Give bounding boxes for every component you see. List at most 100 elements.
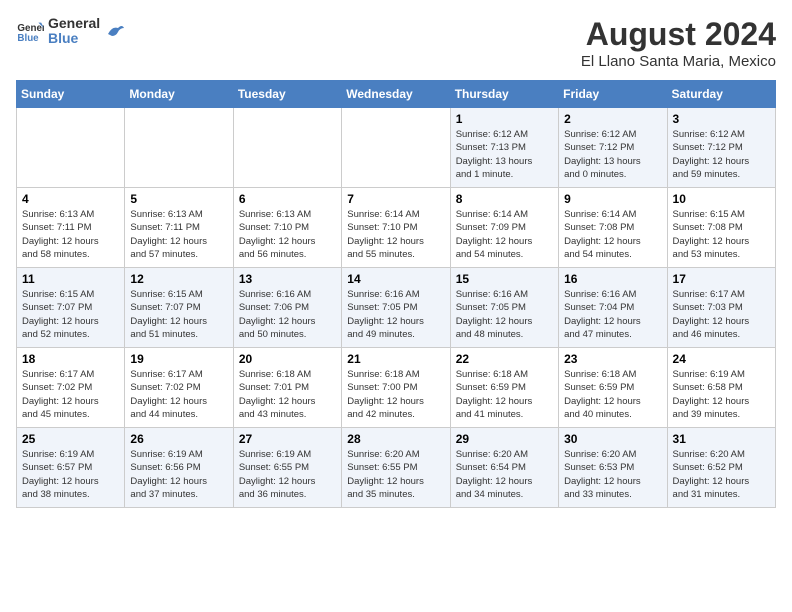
calendar-cell: 1 Sunrise: 6:12 AM Sunset: 7:13 PM Daylig… — [450, 108, 558, 188]
day-info: Sunrise: 6:18 AM Sunset: 7:01 PM Dayligh… — [239, 368, 336, 421]
logo: General Blue General Blue — [16, 16, 126, 47]
day-info: Sunrise: 6:12 AM Sunset: 7:12 PM Dayligh… — [673, 128, 770, 181]
day-number: 26 — [130, 432, 227, 446]
day-number: 25 — [22, 432, 119, 446]
day-number: 11 — [22, 272, 119, 286]
calendar-cell: 2Sunrise: 6:12 AM Sunset: 7:12 PM Daylig… — [559, 108, 667, 188]
month-year-title: August 2024 — [581, 16, 776, 53]
day-info: Sunrise: 6:12 AM Sunset: 7:13 PM Dayligh… — [456, 128, 553, 181]
day-info: Sunrise: 6:17 AM Sunset: 7:03 PM Dayligh… — [673, 288, 770, 341]
day-number: 21 — [347, 352, 444, 366]
day-info: Sunrise: 6:20 AM Sunset: 6:54 PM Dayligh… — [456, 448, 553, 501]
calendar-week-row: 11 Sunrise: 6:15 AM Sunset: 7:07 PM Dayli… — [17, 268, 776, 348]
calendar-cell: 23Sunrise: 6:18 AM Sunset: 6:59 PM Dayli… — [559, 348, 667, 428]
calendar-cell — [342, 108, 450, 188]
day-header-monday: Monday — [125, 81, 233, 108]
calendar-week-row: 4Sunrise: 6:13 AM Sunset: 7:11 PM Daylig… — [17, 188, 776, 268]
calendar-cell: 30Sunrise: 6:20 AM Sunset: 6:53 PM Dayli… — [559, 428, 667, 508]
day-number: 22 — [456, 352, 553, 366]
day-info: Sunrise: 6:19 AM Sunset: 6:58 PM Dayligh… — [673, 368, 770, 421]
day-info: Sunrise: 6:17 AM Sunset: 7:02 PM Dayligh… — [22, 368, 119, 421]
calendar-cell: 16Sunrise: 6:16 AM Sunset: 7:04 PM Dayli… — [559, 268, 667, 348]
day-info: Sunrise: 6:16 AM Sunset: 7:05 PM Dayligh… — [456, 288, 553, 341]
calendar-cell: 9 Sunrise: 6:14 AM Sunset: 7:08 PM Daylig… — [559, 188, 667, 268]
day-number: 7 — [347, 192, 444, 206]
day-info: Sunrise: 6:18 AM Sunset: 7:00 PM Dayligh… — [347, 368, 444, 421]
day-number: 30 — [564, 432, 661, 446]
calendar-cell: 28Sunrise: 6:20 AM Sunset: 6:55 PM Dayli… — [342, 428, 450, 508]
logo-icon: General Blue — [16, 17, 44, 45]
calendar-cell: 10 Sunrise: 6:15 AM Sunset: 7:08 PM Dayli… — [667, 188, 775, 268]
day-number: 3 — [673, 112, 770, 126]
calendar-cell: 17Sunrise: 6:17 AM Sunset: 7:03 PM Dayli… — [667, 268, 775, 348]
calendar-cell: 3 Sunrise: 6:12 AM Sunset: 7:12 PM Daylig… — [667, 108, 775, 188]
day-info: Sunrise: 6:13 AM Sunset: 7:10 PM Dayligh… — [239, 208, 336, 261]
location-subtitle: El Llano Santa Maria, Mexico — [581, 53, 776, 70]
day-info: Sunrise: 6:17 AM Sunset: 7:02 PM Dayligh… — [130, 368, 227, 421]
day-info: Sunrise: 6:14 AM Sunset: 7:08 PM Dayligh… — [564, 208, 661, 261]
day-info: Sunrise: 6:16 AM Sunset: 7:06 PM Dayligh… — [239, 288, 336, 341]
calendar-cell: 6 Sunrise: 6:13 AM Sunset: 7:10 PM Daylig… — [233, 188, 341, 268]
day-info: Sunrise: 6:15 AM Sunset: 7:07 PM Dayligh… — [130, 288, 227, 341]
calendar-cell: 21 Sunrise: 6:18 AM Sunset: 7:00 PM Dayli… — [342, 348, 450, 428]
day-number: 28 — [347, 432, 444, 446]
calendar-cell: 20 Sunrise: 6:18 AM Sunset: 7:01 PM Dayli… — [233, 348, 341, 428]
day-info: Sunrise: 6:13 AM Sunset: 7:11 PM Dayligh… — [130, 208, 227, 261]
page-header: General Blue General Blue August 2024 El… — [16, 16, 776, 70]
day-info: Sunrise: 6:15 AM Sunset: 7:07 PM Dayligh… — [22, 288, 119, 341]
day-info: Sunrise: 6:18 AM Sunset: 6:59 PM Dayligh… — [456, 368, 553, 421]
day-header-thursday: Thursday — [450, 81, 558, 108]
calendar-week-row: 1 Sunrise: 6:12 AM Sunset: 7:13 PM Daylig… — [17, 108, 776, 188]
calendar-cell: 13 Sunrise: 6:16 AM Sunset: 7:06 PM Dayli… — [233, 268, 341, 348]
calendar-cell — [233, 108, 341, 188]
calendar-cell: 8 Sunrise: 6:14 AM Sunset: 7:09 PM Daylig… — [450, 188, 558, 268]
day-header-saturday: Saturday — [667, 81, 775, 108]
logo-general: General — [48, 16, 100, 31]
calendar-header-row: SundayMondayTuesdayWednesdayThursdayFrid… — [17, 81, 776, 108]
logo-blue: Blue — [48, 31, 100, 46]
day-number: 29 — [456, 432, 553, 446]
calendar-cell: 11 Sunrise: 6:15 AM Sunset: 7:07 PM Dayli… — [17, 268, 125, 348]
day-number: 12 — [130, 272, 227, 286]
day-number: 16 — [564, 272, 661, 286]
calendar-table: SundayMondayTuesdayWednesdayThursdayFrid… — [16, 80, 776, 508]
day-number: 18 — [22, 352, 119, 366]
day-header-sunday: Sunday — [17, 81, 125, 108]
calendar-cell: 18 Sunrise: 6:17 AM Sunset: 7:02 PM Dayli… — [17, 348, 125, 428]
day-number: 2 — [564, 112, 661, 126]
day-number: 20 — [239, 352, 336, 366]
day-number: 5 — [130, 192, 227, 206]
calendar-cell: 19Sunrise: 6:17 AM Sunset: 7:02 PM Dayli… — [125, 348, 233, 428]
day-number: 13 — [239, 272, 336, 286]
day-info: Sunrise: 6:19 AM Sunset: 6:56 PM Dayligh… — [130, 448, 227, 501]
calendar-cell: 4Sunrise: 6:13 AM Sunset: 7:11 PM Daylig… — [17, 188, 125, 268]
day-number: 6 — [239, 192, 336, 206]
calendar-cell — [125, 108, 233, 188]
calendar-cell — [17, 108, 125, 188]
day-number: 9 — [564, 192, 661, 206]
logo-bird-icon — [104, 20, 126, 42]
calendar-cell: 26 Sunrise: 6:19 AM Sunset: 6:56 PM Dayli… — [125, 428, 233, 508]
day-number: 10 — [673, 192, 770, 206]
day-number: 24 — [673, 352, 770, 366]
calendar-cell: 27Sunrise: 6:19 AM Sunset: 6:55 PM Dayli… — [233, 428, 341, 508]
day-number: 8 — [456, 192, 553, 206]
day-info: Sunrise: 6:14 AM Sunset: 7:10 PM Dayligh… — [347, 208, 444, 261]
day-header-friday: Friday — [559, 81, 667, 108]
calendar-cell: 12 Sunrise: 6:15 AM Sunset: 7:07 PM Dayli… — [125, 268, 233, 348]
day-number: 1 — [456, 112, 553, 126]
calendar-cell: 25Sunrise: 6:19 AM Sunset: 6:57 PM Dayli… — [17, 428, 125, 508]
day-number: 15 — [456, 272, 553, 286]
title-block: August 2024 El Llano Santa Maria, Mexico — [581, 16, 776, 70]
day-info: Sunrise: 6:14 AM Sunset: 7:09 PM Dayligh… — [456, 208, 553, 261]
day-info: Sunrise: 6:19 AM Sunset: 6:55 PM Dayligh… — [239, 448, 336, 501]
calendar-cell: 14Sunrise: 6:16 AM Sunset: 7:05 PM Dayli… — [342, 268, 450, 348]
day-info: Sunrise: 6:13 AM Sunset: 7:11 PM Dayligh… — [22, 208, 119, 261]
day-info: Sunrise: 6:16 AM Sunset: 7:05 PM Dayligh… — [347, 288, 444, 341]
day-info: Sunrise: 6:15 AM Sunset: 7:08 PM Dayligh… — [673, 208, 770, 261]
calendar-cell: 31Sunrise: 6:20 AM Sunset: 6:52 PM Dayli… — [667, 428, 775, 508]
day-info: Sunrise: 6:18 AM Sunset: 6:59 PM Dayligh… — [564, 368, 661, 421]
calendar-cell: 24 Sunrise: 6:19 AM Sunset: 6:58 PM Dayli… — [667, 348, 775, 428]
svg-text:Blue: Blue — [17, 33, 39, 44]
day-number: 31 — [673, 432, 770, 446]
